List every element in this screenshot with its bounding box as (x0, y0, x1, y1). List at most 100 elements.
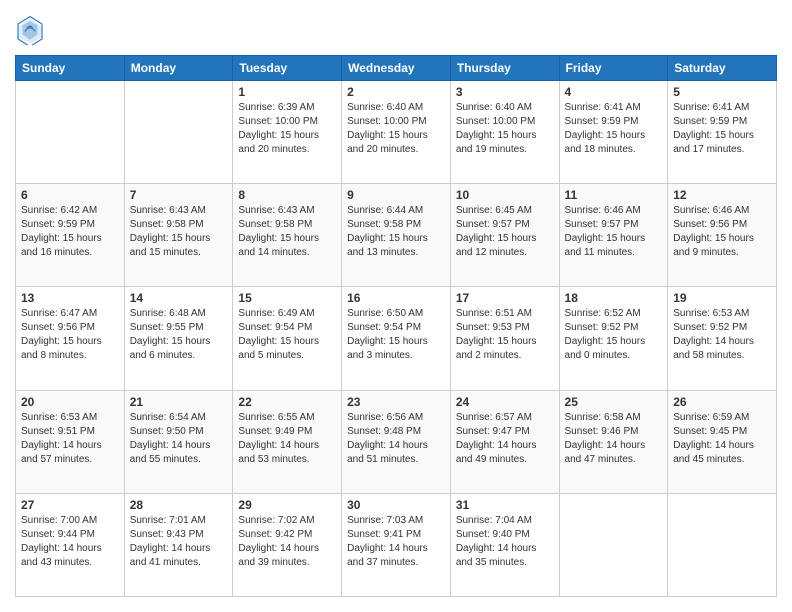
day-number: 12 (673, 188, 771, 202)
day-number: 8 (238, 188, 336, 202)
calendar-cell: 7 Sunrise: 6:43 AM Sunset: 9:58 PM Daylig… (124, 184, 233, 287)
weekday-header-wednesday: Wednesday (342, 56, 451, 81)
day-number: 10 (456, 188, 554, 202)
calendar-cell: 13 Sunrise: 6:47 AM Sunset: 9:56 PM Dayli… (16, 287, 125, 390)
day-number: 14 (130, 291, 228, 305)
logo (15, 15, 50, 45)
day-number: 9 (347, 188, 445, 202)
day-info: Sunrise: 7:00 AM Sunset: 9:44 PM Dayligh… (21, 514, 119, 570)
weekday-header-sunday: Sunday (16, 56, 125, 81)
page: SundayMondayTuesdayWednesdayThursdayFrid… (0, 0, 792, 612)
calendar-cell: 3 Sunrise: 6:40 AM Sunset: 10:00 PM Dayli… (450, 81, 559, 184)
calendar-cell: 23 Sunrise: 6:56 AM Sunset: 9:48 PM Dayli… (342, 390, 451, 493)
day-number: 15 (238, 291, 336, 305)
day-info: Sunrise: 6:41 AM Sunset: 9:59 PM Dayligh… (673, 101, 771, 157)
day-info: Sunrise: 6:56 AM Sunset: 9:48 PM Dayligh… (347, 411, 445, 467)
calendar-cell: 15Sunrise: 6:49 AM Sunset: 9:54 PM Dayli… (233, 287, 342, 390)
day-info: Sunrise: 6:54 AM Sunset: 9:50 PM Dayligh… (130, 411, 228, 467)
day-info: Sunrise: 6:39 AM Sunset: 10:00 PM Daylig… (238, 101, 336, 157)
day-info: Sunrise: 6:53 AM Sunset: 9:52 PM Dayligh… (673, 307, 771, 363)
day-info: Sunrise: 6:42 AM Sunset: 9:59 PM Dayligh… (21, 204, 119, 260)
week-row-4: 20 Sunrise: 6:53 AM Sunset: 9:51 PM Dayli… (16, 390, 777, 493)
weekday-header-tuesday: Tuesday (233, 56, 342, 81)
calendar-cell (668, 493, 777, 596)
week-row-3: 13 Sunrise: 6:47 AM Sunset: 9:56 PM Dayli… (16, 287, 777, 390)
calendar-cell: 27 Sunrise: 7:00 AM Sunset: 9:44 PM Dayli… (16, 493, 125, 596)
day-info: Sunrise: 6:44 AM Sunset: 9:58 PM Dayligh… (347, 204, 445, 260)
day-number: 1 (238, 85, 336, 99)
calendar-cell: 16 Sunrise: 6:50 AM Sunset: 9:54 PM Dayli… (342, 287, 451, 390)
day-info: Sunrise: 6:43 AM Sunset: 9:58 PM Dayligh… (238, 204, 336, 260)
day-info: Sunrise: 6:51 AM Sunset: 9:53 PM Dayligh… (456, 307, 554, 363)
day-number: 28 (130, 498, 228, 512)
day-number: 27 (21, 498, 119, 512)
week-row-5: 27 Sunrise: 7:00 AM Sunset: 9:44 PM Dayli… (16, 493, 777, 596)
calendar-cell: 4 Sunrise: 6:41 AM Sunset: 9:59 PM Daylig… (559, 81, 668, 184)
calendar-cell: 22 Sunrise: 6:55 AM Sunset: 9:49 PM Dayli… (233, 390, 342, 493)
day-info: Sunrise: 6:40 AM Sunset: 10:00 PM Daylig… (456, 101, 554, 157)
week-row-1: 1 Sunrise: 6:39 AM Sunset: 10:00 PM Dayli… (16, 81, 777, 184)
day-info: Sunrise: 6:55 AM Sunset: 9:49 PM Dayligh… (238, 411, 336, 467)
day-number: 13 (21, 291, 119, 305)
calendar-cell: 19Sunrise: 6:53 AM Sunset: 9:52 PM Dayli… (668, 287, 777, 390)
day-number: 3 (456, 85, 554, 99)
day-number: 22 (238, 395, 336, 409)
day-info: Sunrise: 6:48 AM Sunset: 9:55 PM Dayligh… (130, 307, 228, 363)
calendar-cell: 24 Sunrise: 6:57 AM Sunset: 9:47 PM Dayli… (450, 390, 559, 493)
calendar-cell: 25 Sunrise: 6:58 AM Sunset: 9:46 PM Dayli… (559, 390, 668, 493)
day-info: Sunrise: 6:43 AM Sunset: 9:58 PM Dayligh… (130, 204, 228, 260)
calendar-cell: 12Sunrise: 6:46 AM Sunset: 9:56 PM Dayli… (668, 184, 777, 287)
day-number: 31 (456, 498, 554, 512)
calendar-cell: 28Sunrise: 7:01 AM Sunset: 9:43 PM Dayli… (124, 493, 233, 596)
day-info: Sunrise: 6:47 AM Sunset: 9:56 PM Dayligh… (21, 307, 119, 363)
weekday-header-friday: Friday (559, 56, 668, 81)
day-number: 16 (347, 291, 445, 305)
day-info: Sunrise: 6:59 AM Sunset: 9:45 PM Dayligh… (673, 411, 771, 467)
calendar-cell: 9 Sunrise: 6:44 AM Sunset: 9:58 PM Daylig… (342, 184, 451, 287)
day-info: Sunrise: 7:03 AM Sunset: 9:41 PM Dayligh… (347, 514, 445, 570)
day-number: 18 (565, 291, 663, 305)
calendar-cell: 6Sunrise: 6:42 AM Sunset: 9:59 PM Daylig… (16, 184, 125, 287)
day-number: 30 (347, 498, 445, 512)
day-number: 26 (673, 395, 771, 409)
day-info: Sunrise: 6:57 AM Sunset: 9:47 PM Dayligh… (456, 411, 554, 467)
calendar-cell: 31 Sunrise: 7:04 AM Sunset: 9:40 PM Dayli… (450, 493, 559, 596)
day-number: 29 (238, 498, 336, 512)
day-info: Sunrise: 6:40 AM Sunset: 10:00 PM Daylig… (347, 101, 445, 157)
day-number: 11 (565, 188, 663, 202)
week-row-2: 6Sunrise: 6:42 AM Sunset: 9:59 PM Daylig… (16, 184, 777, 287)
day-number: 24 (456, 395, 554, 409)
calendar-cell: 29 Sunrise: 7:02 AM Sunset: 9:42 PM Dayli… (233, 493, 342, 596)
day-number: 7 (130, 188, 228, 202)
day-info: Sunrise: 6:58 AM Sunset: 9:46 PM Dayligh… (565, 411, 663, 467)
day-info: Sunrise: 6:53 AM Sunset: 9:51 PM Dayligh… (21, 411, 119, 467)
day-number: 25 (565, 395, 663, 409)
calendar-cell: 2Sunrise: 6:40 AM Sunset: 10:00 PM Dayli… (342, 81, 451, 184)
weekday-header-monday: Monday (124, 56, 233, 81)
day-number: 21 (130, 395, 228, 409)
calendar-cell: 10Sunrise: 6:45 AM Sunset: 9:57 PM Dayli… (450, 184, 559, 287)
day-number: 4 (565, 85, 663, 99)
calendar-cell: 17 Sunrise: 6:51 AM Sunset: 9:53 PM Dayli… (450, 287, 559, 390)
day-info: Sunrise: 6:41 AM Sunset: 9:59 PM Dayligh… (565, 101, 663, 157)
day-info: Sunrise: 7:04 AM Sunset: 9:40 PM Dayligh… (456, 514, 554, 570)
logo-icon (15, 15, 45, 45)
calendar-cell (16, 81, 125, 184)
calendar-cell: 8 Sunrise: 6:43 AM Sunset: 9:58 PM Daylig… (233, 184, 342, 287)
weekday-header-saturday: Saturday (668, 56, 777, 81)
calendar-cell (559, 493, 668, 596)
weekday-header-row: SundayMondayTuesdayWednesdayThursdayFrid… (16, 56, 777, 81)
day-number: 20 (21, 395, 119, 409)
calendar-cell: 30 Sunrise: 7:03 AM Sunset: 9:41 PM Dayli… (342, 493, 451, 596)
day-number: 5 (673, 85, 771, 99)
calendar-cell (124, 81, 233, 184)
day-number: 23 (347, 395, 445, 409)
calendar-cell: 1 Sunrise: 6:39 AM Sunset: 10:00 PM Dayli… (233, 81, 342, 184)
day-info: Sunrise: 7:02 AM Sunset: 9:42 PM Dayligh… (238, 514, 336, 570)
calendar-cell: 21 Sunrise: 6:54 AM Sunset: 9:50 PM Dayli… (124, 390, 233, 493)
day-info: Sunrise: 6:50 AM Sunset: 9:54 PM Dayligh… (347, 307, 445, 363)
day-info: Sunrise: 6:46 AM Sunset: 9:57 PM Dayligh… (565, 204, 663, 260)
calendar-cell: 18Sunrise: 6:52 AM Sunset: 9:52 PM Dayli… (559, 287, 668, 390)
day-number: 17 (456, 291, 554, 305)
calendar-cell: 26 Sunrise: 6:59 AM Sunset: 9:45 PM Dayli… (668, 390, 777, 493)
